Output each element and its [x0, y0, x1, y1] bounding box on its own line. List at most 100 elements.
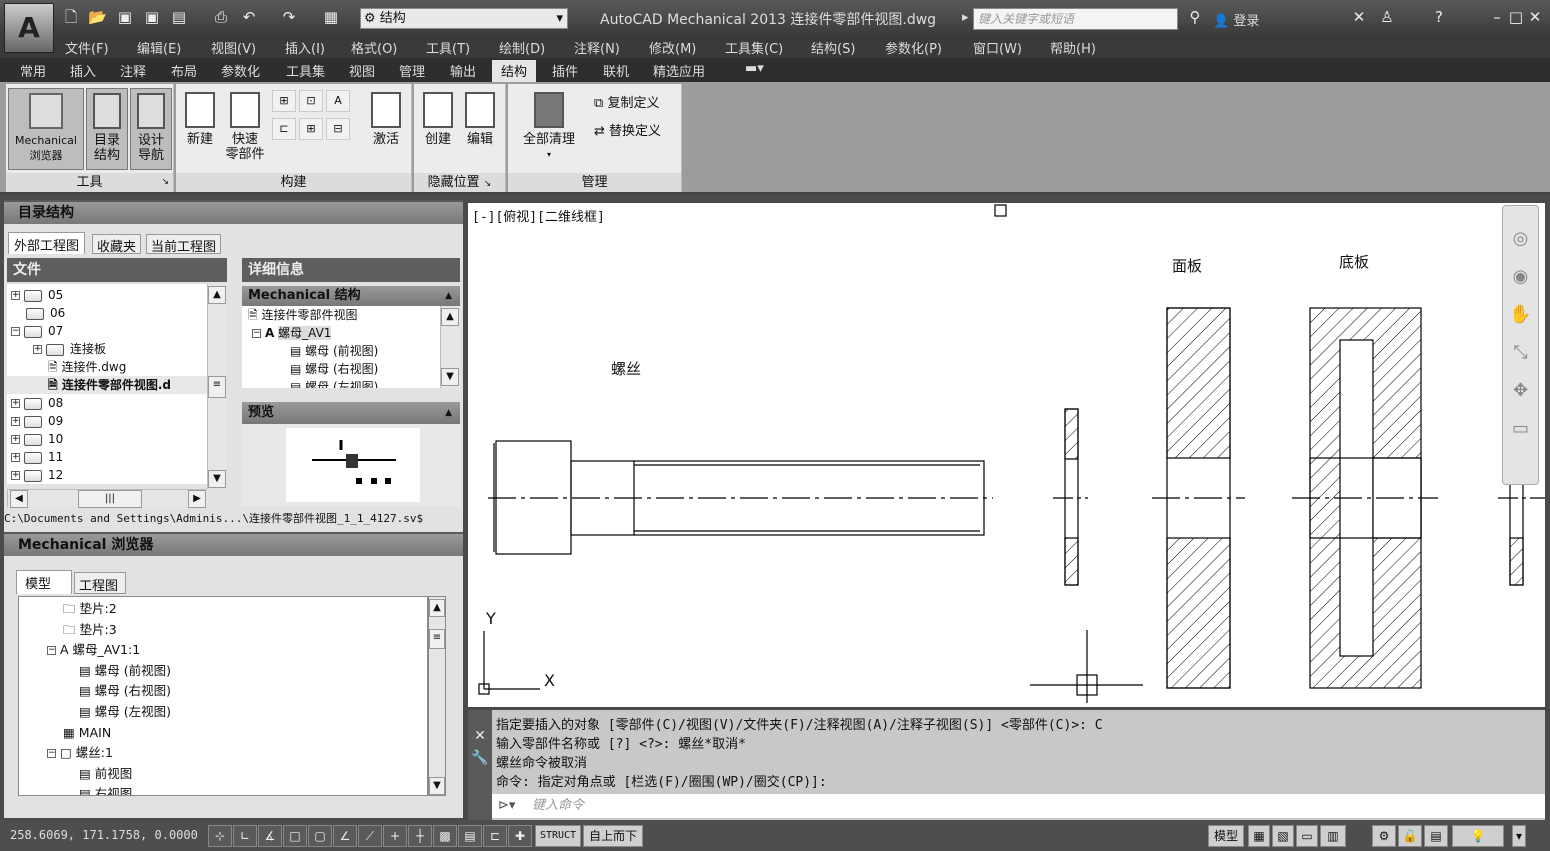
exchange-icon[interactable]: ✕ [1350, 8, 1368, 26]
new-component-button[interactable]: 新建 [180, 92, 220, 147]
collapse-icon[interactable]: ▲ [445, 286, 452, 306]
tree-item[interactable]: +09 [7, 412, 207, 430]
dialog-launcher-icon[interactable]: ↘ [161, 173, 169, 192]
tool-icon[interactable]: A [326, 90, 350, 112]
undo-icon[interactable]: ↶ [240, 8, 258, 26]
tool-icon[interactable]: ⊟ [326, 118, 350, 140]
tree-item[interactable]: ▤ 前视图 [19, 764, 427, 785]
menu-item[interactable]: 工具(T) [426, 38, 470, 57]
tree-item[interactable]: − A 螺母_AV1:1 [19, 640, 427, 661]
tree-item[interactable]: ▤ 螺母 (右视图) [19, 681, 427, 702]
file-tree-scrollbar[interactable]: ▲ ≡ ▼ [207, 284, 226, 489]
help-icon[interactable]: ? [1430, 8, 1448, 26]
application-menu-button[interactable]: A [4, 3, 54, 53]
quick-view-drawings-icon[interactable]: ▥ [1320, 825, 1346, 847]
layout-icon[interactable]: ▦ [1248, 825, 1270, 847]
browser-tree[interactable]: 🗀 垫片:2 🗀 垫片:3− A 螺母_AV1:1 ▤ 螺母 (前视图) ▤ 螺母 (右… [18, 596, 428, 796]
file-tree-hscrollbar[interactable]: ◀ ||| ▶ [7, 489, 207, 508]
menu-item[interactable]: 参数化(P) [885, 38, 942, 57]
ribbon-tab[interactable]: 联机 [603, 61, 629, 80]
ribbon-tab[interactable]: 常用 [20, 61, 46, 80]
zoom-icon[interactable]: ⤡ [1503, 334, 1538, 372]
scroll-down-icon[interactable]: ▼ [441, 368, 459, 386]
snap-icon[interactable]: ⊹ [208, 825, 232, 847]
tab-drawing[interactable]: 工程图 [74, 572, 126, 594]
struct-button[interactable]: STRUCT [535, 825, 581, 847]
catalog-structure-button[interactable]: 目录 结构 [86, 88, 128, 170]
workspace-switch-icon[interactable]: ▦ [322, 8, 340, 26]
expand-icon[interactable]: + [11, 399, 20, 408]
scroll-thumb[interactable]: ||| [78, 490, 142, 508]
collapse-icon[interactable]: − [47, 749, 56, 759]
menu-item[interactable]: 插入(I) [285, 38, 325, 57]
scroll-thumb[interactable]: ≡ [208, 376, 226, 398]
tab-current-drawing[interactable]: 当前工程图 [146, 234, 222, 255]
activate-button[interactable]: 激活 [364, 92, 408, 147]
dyn-icon[interactable]: + [383, 825, 407, 847]
ribbon-tab[interactable]: 视图 [349, 61, 375, 80]
ribbon-tab[interactable]: 精选应用 [653, 61, 705, 80]
file-tree[interactable]: +05 06−07 + 连接板 🗎 连接件.dwg 🗎 连接件零部件视图.d +08 +09 +… [7, 284, 207, 484]
create-button[interactable]: 创建 [418, 92, 458, 147]
tree-item[interactable]: ▦ MAIN [19, 723, 427, 744]
drawing-canvas[interactable]: [-][俯视][二维线框] 螺丝 面板 底板 Y X ◎ ◉ ✋ ⤡ ✥ ▭ [468, 203, 1545, 707]
polar-icon[interactable]: □ [283, 825, 307, 847]
tree-item[interactable]: +10 [7, 430, 207, 448]
scroll-left-icon[interactable]: ◀ [10, 490, 28, 508]
edit-button[interactable]: 编辑 [460, 92, 500, 147]
gear-icon[interactable]: ⚙ [1372, 825, 1396, 847]
tree-item[interactable]: ▤ 螺母 (右视图) [242, 360, 440, 378]
replace-definition-button[interactable]: ⇄ 替换定义 [594, 120, 661, 139]
menu-item[interactable]: 修改(M) [649, 38, 696, 57]
ribbon-tab[interactable]: 管理 [399, 61, 425, 80]
menu-item[interactable]: 注释(N) [574, 38, 620, 57]
command-input[interactable]: ⊳▾ 键入命令 [492, 794, 1545, 818]
tool-icon[interactable]: ⊞ [299, 118, 323, 140]
ortho-icon[interactable]: ∡ [258, 825, 282, 847]
scroll-up-icon[interactable]: ▲ [441, 308, 459, 326]
ribbon-tab[interactable]: 输出 [450, 61, 476, 80]
tab-favorites[interactable]: 收藏夹 [92, 234, 142, 255]
orbit-icon[interactable]: ✥ [1503, 372, 1538, 410]
details-scrollbar[interactable]: ▲ ▼ [440, 306, 460, 388]
ribbon-tab[interactable]: 注释 [120, 61, 146, 80]
scroll-up-icon[interactable]: ▲ [429, 599, 445, 617]
mechanical-browser-button[interactable]: Mechanical 浏览器 [8, 88, 84, 170]
status-menu-icon[interactable]: ▾ [1512, 825, 1526, 847]
hardware-acceleration-icon[interactable]: ▤ [1424, 825, 1448, 847]
print-icon[interactable]: ⎙ [212, 8, 230, 26]
preview-header[interactable]: 预览 ▲ [242, 402, 460, 424]
expand-icon[interactable]: + [11, 417, 20, 426]
expand-icon[interactable]: + [11, 453, 20, 462]
binoculars-icon[interactable]: ⚲ [1185, 8, 1205, 26]
otrack-icon[interactable]: ∠ [333, 825, 357, 847]
open-icon[interactable]: 📂 [88, 8, 107, 26]
quick-view-layouts-icon[interactable]: ▭ [1296, 825, 1318, 847]
minimize-button[interactable]: – [1488, 8, 1506, 26]
menu-item[interactable]: 编辑(E) [137, 38, 181, 57]
tab-model[interactable]: 模型 [16, 570, 72, 594]
purge-all-button[interactable]: 全部清理 ▾ [514, 92, 584, 162]
collapse-icon[interactable]: − [47, 646, 56, 656]
collapse-icon[interactable]: − [11, 327, 20, 336]
selection-cycling-icon[interactable]: ⊏ [483, 825, 507, 847]
menu-item[interactable]: 绘制(D) [499, 38, 545, 57]
dialog-launcher-icon[interactable]: ↘ [484, 179, 492, 189]
showmotion-icon[interactable]: ▭ [1503, 410, 1538, 448]
grid-icon[interactable]: ∟ [233, 825, 257, 847]
tree-item[interactable]: 🗀 垫片:2 [19, 599, 427, 620]
tree-item[interactable]: 06 [7, 304, 207, 322]
tree-item[interactable]: ▤ 螺母 (前视图) [19, 661, 427, 682]
scroll-right-icon[interactable]: ▶ [188, 490, 206, 508]
tree-item[interactable]: 🗎 连接件.dwg [7, 358, 207, 376]
lineweight-icon[interactable]: ┼ [408, 825, 432, 847]
ribbon-tab[interactable]: 工具集 [286, 61, 325, 80]
publish-icon[interactable]: ▤ [170, 8, 188, 26]
tab-external-drawings[interactable]: 外部工程图 [8, 232, 86, 254]
layout-icon[interactable]: ▧ [1272, 825, 1294, 847]
quick-component-button[interactable]: 快速 零部件 [222, 92, 268, 162]
connect-icon[interactable]: ♙ [1378, 8, 1396, 26]
redo-icon[interactable]: ↷ [280, 8, 298, 26]
tree-item[interactable]: +05 [7, 286, 207, 304]
details-tree[interactable]: 🗎 连接件零部件视图 − A 螺母_AV1 ▤ 螺母 (前视图) ▤ 螺母 (右视… [242, 306, 440, 388]
